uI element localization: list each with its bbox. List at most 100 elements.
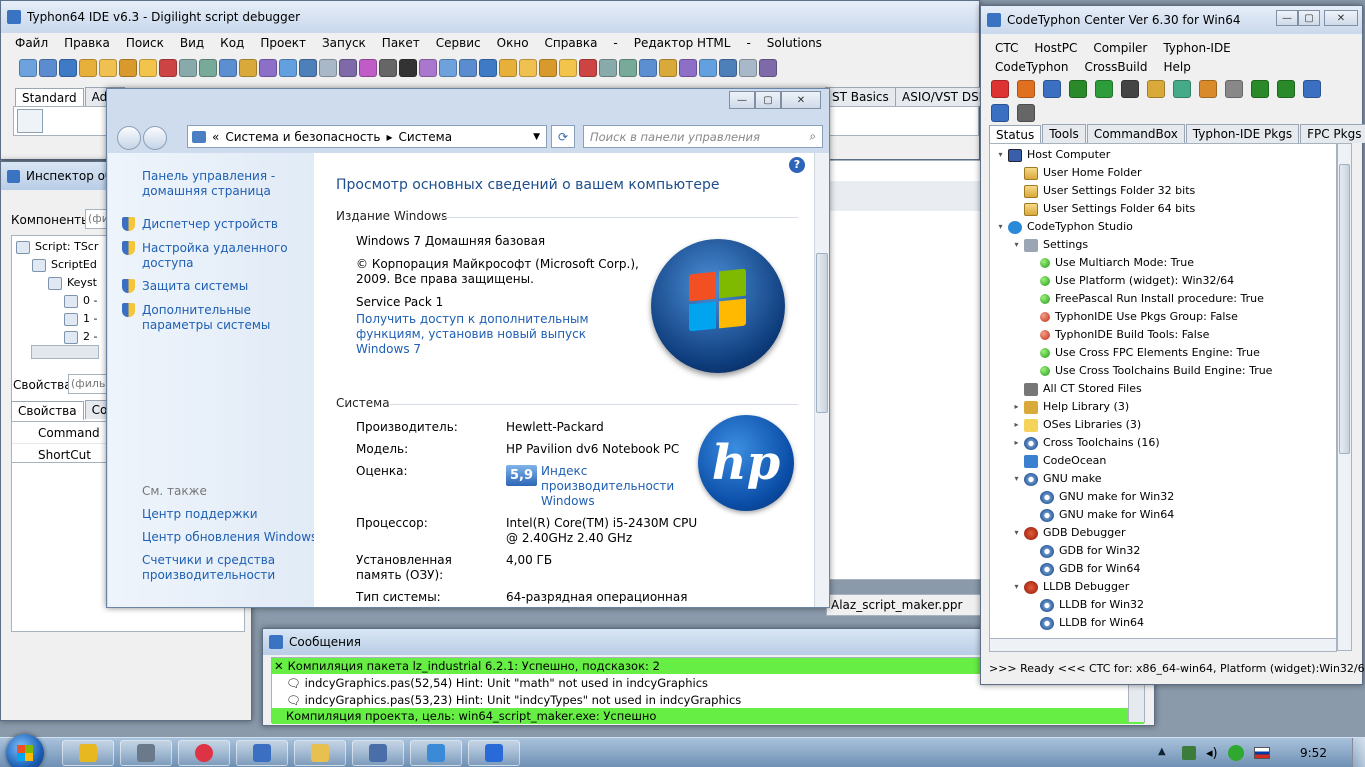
tree-node[interactable]: Keyst [12,274,110,292]
palette-tab[interactable]: Standard [15,88,84,107]
toolbar-button-icon[interactable] [739,59,757,77]
clock[interactable]: 9:52 [1300,746,1327,760]
expander-icon[interactable]: ▾ [996,146,1005,164]
menu-item[interactable]: Пакет [374,36,428,50]
editor-file-tab[interactable]: Alaz_script_maker.ppr [826,594,981,616]
tree-node[interactable]: TyphonIDE Build Tools: False [990,326,1336,344]
taskbar-button[interactable] [410,740,462,766]
taskbar-button[interactable] [352,740,404,766]
menu-item[interactable]: CTC [987,39,1026,58]
refresh-button[interactable]: ⟳ [551,125,575,148]
menu-item[interactable]: Typhon-IDE [1155,39,1238,58]
toolbar-button-icon[interactable] [991,104,1009,122]
toolbar-button-icon[interactable] [459,59,477,77]
properties-filter-input[interactable]: (филь [68,374,108,394]
tree-node[interactable]: GNU make for Win32 [990,488,1336,506]
toolbar-button-icon[interactable] [699,59,717,77]
search-icon[interactable]: ⌕ [810,129,816,144]
tree-node[interactable]: ▾ GDB Debugger [990,524,1336,542]
toolbar-button-icon[interactable] [59,59,77,77]
palette-tab[interactable]: ASIO/VST DSP [895,87,993,106]
toolbar-button-icon[interactable] [759,59,777,77]
toolbar-button-icon[interactable] [559,59,577,77]
expander-icon[interactable]: ▾ [1012,524,1021,542]
toolbar-button-icon[interactable] [299,59,317,77]
windows-update-link[interactable]: Центр обновления Windows [142,530,317,544]
expander-icon[interactable]: ▸ [1012,398,1021,416]
toolbar-button-icon[interactable] [219,59,237,77]
menu-item[interactable]: CodeTyphon [987,58,1076,77]
tree-node[interactable]: Use Cross FPC Elements Engine: True [990,344,1336,362]
toolbar-button-icon[interactable] [239,59,257,77]
toolbar-button-icon[interactable] [179,59,197,77]
menu-item[interactable]: Compiler [1085,39,1155,58]
tree-vscrollbar[interactable] [1337,143,1352,651]
performance-tools-link[interactable]: Счетчики и средства производительности [142,553,302,583]
tree-node[interactable]: Use Platform (widget): Win32/64 [990,272,1336,290]
tree-node[interactable]: ▸ Help Library (3) [990,398,1336,416]
toolbar-button-icon[interactable] [1095,80,1113,98]
toolbar-button-icon[interactable] [539,59,557,77]
tree-node[interactable]: ▾ CodeTyphon Studio [990,218,1336,236]
minimize-button[interactable]: — [1276,10,1298,26]
menu-item[interactable]: Справка [537,36,606,50]
tree-node[interactable]: ▾ Settings [990,236,1336,254]
score-badge[interactable]: 5,9 [506,465,537,486]
expander-icon[interactable]: ▸ [1012,416,1021,434]
tree-node[interactable]: ▾ Host Computer [990,146,1336,164]
menu-item[interactable]: CrossBuild [1076,58,1155,77]
scroll-thumb[interactable] [1339,164,1350,454]
toolbar-button-icon[interactable] [1147,80,1165,98]
toolbar-button-icon[interactable] [99,59,117,77]
system-protection-link[interactable]: Защита системы [142,279,307,293]
tree-node[interactable]: GDB for Win32 [990,542,1336,560]
toolbar-button-icon[interactable] [1017,80,1035,98]
tree-node[interactable]: User Settings Folder 64 bits [990,200,1336,218]
tree-node[interactable]: User Home Folder [990,164,1336,182]
content-vscrollbar[interactable] [814,153,829,607]
toolbar-button-icon[interactable] [79,59,97,77]
tree-node[interactable]: Use Multiarch Mode: True [990,254,1336,272]
message-row-success[interactable]: Компиляция проекта, цель: win64_script_m… [272,708,1144,724]
breadcrumb-item[interactable]: Система [399,130,453,144]
toolbar-button-icon[interactable] [1173,80,1191,98]
toolbar-button-icon[interactable] [279,59,297,77]
tree-node[interactable]: ▸ OSes Libraries (3) [990,416,1336,434]
start-button[interactable] [6,734,44,767]
breadcrumb-item[interactable]: Система и безопасность [225,130,380,144]
menu-item[interactable]: Окно [489,36,537,50]
tree-node[interactable]: Use Cross Toolchains Build Engine: True [990,362,1336,380]
taskbar-button[interactable] [178,740,230,766]
toolbar-button-icon[interactable] [339,59,357,77]
menu-item[interactable]: Вид [172,36,212,50]
tree-node[interactable]: 1 - [12,310,110,328]
toolbar-button-icon[interactable] [19,59,37,77]
maximize-button[interactable]: ▢ [755,91,781,109]
toolbar-button-icon[interactable] [519,59,537,77]
toolbar-button-icon[interactable] [1069,80,1087,98]
performance-index-link[interactable]: Индекс производительности Windows [541,464,674,509]
forward-button[interactable] [143,126,167,150]
toolbar-button-icon[interactable] [1277,80,1295,98]
tree-node[interactable]: 0 - [12,292,110,310]
toolbar-button-icon[interactable] [319,59,337,77]
advanced-settings-link[interactable]: Дополнительные параметры системы [142,303,310,333]
network-icon[interactable] [1182,746,1196,760]
ctc-tab[interactable]: Tools [1042,124,1086,143]
toolbar-button-icon[interactable] [1225,80,1243,98]
home-link[interactable]: Панель управления - домашняя страница [142,169,302,199]
property-row[interactable]: Command [12,422,106,444]
toolbar-button-icon[interactable] [719,59,737,77]
action-center-link[interactable]: Центр поддержки [142,507,258,521]
tree-hscrollbar[interactable] [989,638,1337,652]
tree-node[interactable]: ▸ Cross Toolchains (16) [990,434,1336,452]
toolbar-button-icon[interactable] [1251,80,1269,98]
toolbar-button-icon[interactable] [1043,80,1061,98]
menu-item[interactable]: Help [1155,58,1198,77]
taskbar-button[interactable] [62,740,114,766]
toolbar-button-icon[interactable] [419,59,437,77]
menu-item[interactable]: Проект [252,36,314,50]
toolbar-button-icon[interactable] [479,59,497,77]
toolbar-button-icon[interactable] [679,59,697,77]
toolbar-button-icon[interactable] [259,59,277,77]
